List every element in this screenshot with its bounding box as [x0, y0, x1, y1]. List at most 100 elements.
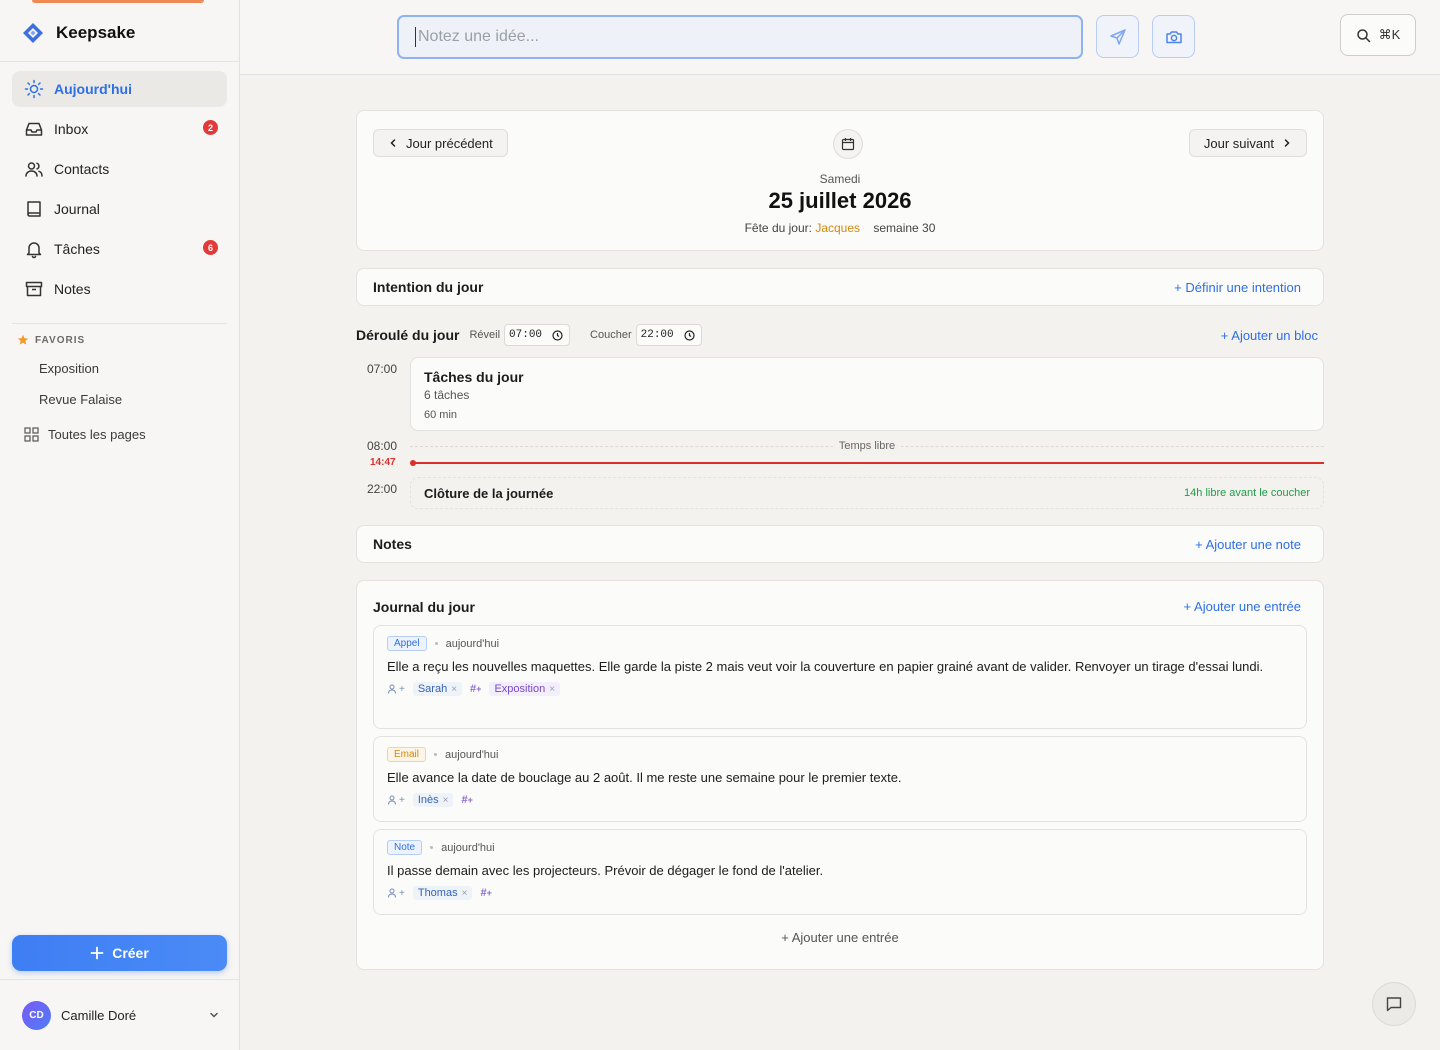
current-time-line [414, 462, 1324, 464]
create-button[interactable]: Créer [12, 935, 227, 971]
free-time-label: Temps libre [410, 440, 1324, 452]
free-time-text: Temps libre [832, 440, 902, 452]
person-chip[interactable]: Inès × [412, 793, 454, 807]
person-name: Inès [417, 794, 439, 806]
add-person-button[interactable]: + [387, 888, 405, 899]
person-name: Thomas [417, 887, 458, 899]
sidebar-item-contacts[interactable]: Contacts [12, 151, 227, 187]
define-intention-button[interactable]: + Définir une intention [1174, 280, 1301, 295]
user-menu[interactable]: CD Camille Doré [22, 1000, 220, 1030]
journal-card: Journal du jour + Ajouter une entrée App… [356, 580, 1324, 970]
sidebar-item-label: Tâches [54, 241, 100, 257]
chevron-right-icon [1284, 139, 1290, 147]
entry-text: Il passe demain avec les projecteurs. Pr… [387, 863, 824, 878]
saint-name: Jacques [815, 221, 861, 235]
entry-text: Elle avance la date de bouclage au 2 aoû… [387, 770, 902, 785]
sidebar-item-today[interactable]: Aujourd'hui [12, 71, 227, 107]
person-chip[interactable]: Thomas × [412, 886, 473, 900]
day-header-card: Jour précédent Jour suivant Samedi 25 ju… [356, 110, 1324, 251]
journal-entry[interactable]: Appel aujourd'hui Elle a reçu les nouvel… [373, 625, 1307, 729]
block-title: Tâches du jour [424, 369, 524, 385]
sidebar-item-label: Inbox [54, 121, 89, 137]
sidebar-item-journal[interactable]: Journal [12, 191, 227, 227]
top-accent-bar [32, 0, 204, 3]
inbox-icon [24, 119, 44, 139]
sidebar-item-tasks[interactable]: Tâches 6 [12, 231, 227, 267]
remove-icon[interactable]: × [443, 795, 449, 806]
sleep-label: Coucher [590, 329, 632, 341]
intention-title: Intention du jour [373, 279, 484, 295]
add-topic-button[interactable]: #+ [480, 887, 491, 899]
calendar-picker-button[interactable] [833, 129, 863, 159]
topbar: Notez une idée... ⌘K [240, 0, 1440, 75]
add-entry-bottom-button[interactable]: + Ajouter une entrée [357, 930, 1323, 945]
person-chip[interactable]: Sarah × [412, 682, 463, 696]
closing-time: 22:00 [367, 482, 398, 496]
sidebar-nav: Aujourd'hui Inbox 2 Contacts Journal Tâc… [12, 71, 227, 311]
book-icon [24, 199, 44, 219]
topic-chip[interactable]: Exposition × [489, 682, 561, 696]
star-icon [17, 334, 29, 345]
closing-block[interactable]: Clôture de la journée 14h libre avant le… [410, 477, 1324, 509]
add-person-button[interactable]: + [387, 795, 405, 806]
journal-entry[interactable]: Note aujourd'hui Il passe demain avec le… [373, 829, 1307, 915]
remove-icon[interactable]: × [451, 684, 457, 695]
entry-type-badge: Email [387, 747, 427, 762]
wake-time-input[interactable]: 07:00 [504, 324, 571, 346]
sleep-time-input[interactable]: 22:00 [635, 324, 702, 346]
separator-dot [434, 753, 438, 756]
weekday-label: Samedi [819, 172, 861, 186]
add-note-button[interactable]: + Ajouter une note [1195, 537, 1301, 552]
sidebar-item-inbox[interactable]: Inbox 2 [12, 111, 227, 147]
journal-header: Journal du jour + Ajouter une entrée [373, 599, 1301, 615]
clock-icon [684, 329, 695, 341]
brand[interactable]: Keepsake [22, 20, 135, 46]
block-subtitle: 6 tâches [424, 388, 470, 402]
week-number: semaine 30 [873, 221, 936, 235]
person-plus-icon [388, 888, 396, 898]
add-entry-button[interactable]: + Ajouter une entrée [1184, 599, 1301, 615]
add-topic-button[interactable]: #+ [461, 794, 472, 806]
remove-icon[interactable]: × [462, 888, 468, 899]
users-icon [24, 159, 44, 179]
add-person-button[interactable]: + [387, 684, 405, 695]
free-time-start: 08:00 [367, 439, 398, 453]
tasks-block[interactable]: Tâches du jour 6 tâches 60 min [410, 357, 1324, 431]
sun-icon [24, 79, 44, 99]
entry-date: aujourd'hui [445, 637, 500, 650]
text-caret [415, 27, 416, 47]
entry-type-badge: Appel [387, 636, 427, 651]
chat-icon [1386, 997, 1402, 1012]
search-icon [1356, 28, 1370, 42]
bell-icon [24, 239, 44, 259]
search-button[interactable]: ⌘K [1340, 14, 1416, 56]
journal-entry[interactable]: Email aujourd'hui Elle avance la date de… [373, 736, 1307, 822]
previous-day-button[interactable]: Jour précédent [373, 129, 508, 157]
free-before-sleep: 14h libre avant le coucher [1184, 487, 1310, 499]
grid-icon [24, 427, 39, 442]
entry-meta: Appel aujourd'hui [387, 636, 1293, 651]
sidebar-item-notes[interactable]: Notes [12, 271, 227, 307]
all-pages-label: Toutes les pages [48, 427, 146, 442]
camera-button[interactable] [1152, 15, 1195, 58]
block-time: 07:00 [367, 362, 398, 376]
entry-type-badge: Note [387, 840, 423, 855]
day-meta: Fête du jour: Jacques semaine 30 [357, 221, 1323, 235]
next-day-label: Jour suivant [1203, 135, 1274, 151]
search-shortcut: ⌘K [1378, 27, 1401, 42]
camera-icon [1165, 30, 1182, 43]
chevron-down-icon [210, 1012, 218, 1018]
chat-button[interactable] [1372, 982, 1416, 1026]
saint-prefix: Fête du jour: [744, 221, 812, 235]
quick-note-input[interactable]: Notez une idée... [397, 15, 1083, 59]
person-plus-icon [388, 795, 396, 805]
all-pages-link[interactable]: Toutes les pages [24, 427, 146, 442]
favorite-exposition[interactable]: Exposition [39, 361, 99, 376]
add-block-button[interactable]: + Ajouter un bloc [1221, 328, 1318, 343]
favorite-revue-falaise[interactable]: Revue Falaise [39, 392, 122, 407]
send-button[interactable] [1096, 15, 1139, 58]
remove-icon[interactable]: × [549, 684, 555, 695]
quick-note-placeholder: Notez une idée... [418, 28, 539, 45]
next-day-button[interactable]: Jour suivant [1188, 129, 1307, 157]
add-topic-button[interactable]: #+ [470, 683, 481, 695]
